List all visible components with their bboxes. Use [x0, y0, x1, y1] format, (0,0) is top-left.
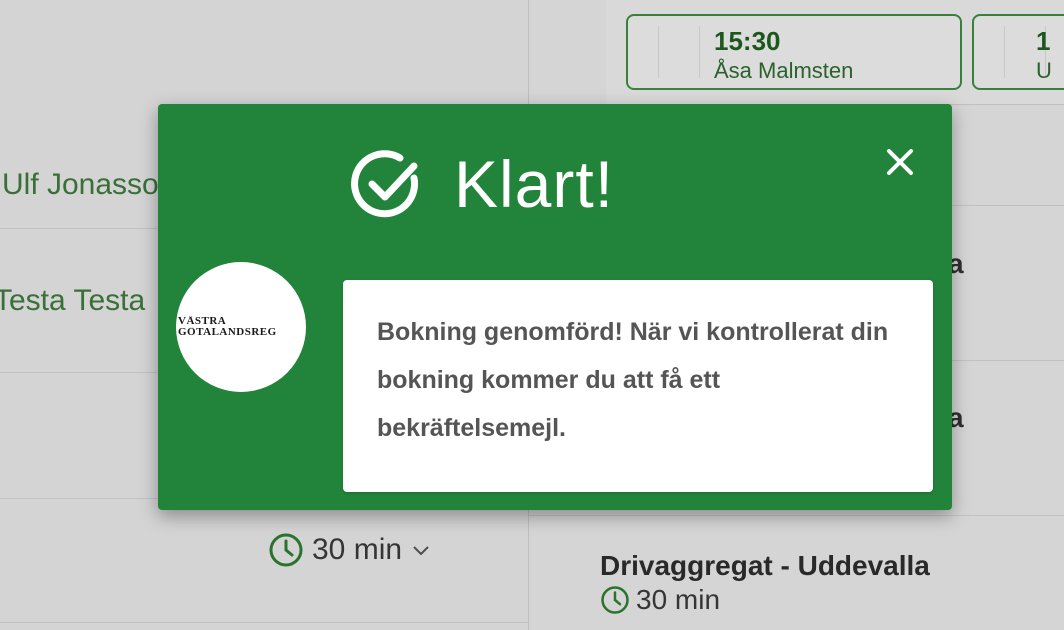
message-box: Bokning genomförd! När vi kontrollerat d…: [343, 280, 933, 492]
logo-line: VÄSTRA: [178, 316, 227, 327]
region-logo: VÄSTRA GÖTALANDSREG: [176, 262, 306, 392]
confirmation-modal: Klart! VÄSTRA GÖTALANDSREG Bokning genom…: [158, 104, 952, 510]
close-button[interactable]: [878, 140, 922, 184]
confirmation-message: Bokning genomförd! När vi kontrollerat d…: [377, 318, 889, 442]
modal-title: Klart!: [454, 147, 615, 221]
modal-header: Klart!: [348, 144, 614, 224]
check-circle-icon: [351, 150, 419, 218]
close-icon: [887, 149, 913, 175]
logo-line: GÖTALANDSREG: [178, 327, 277, 338]
